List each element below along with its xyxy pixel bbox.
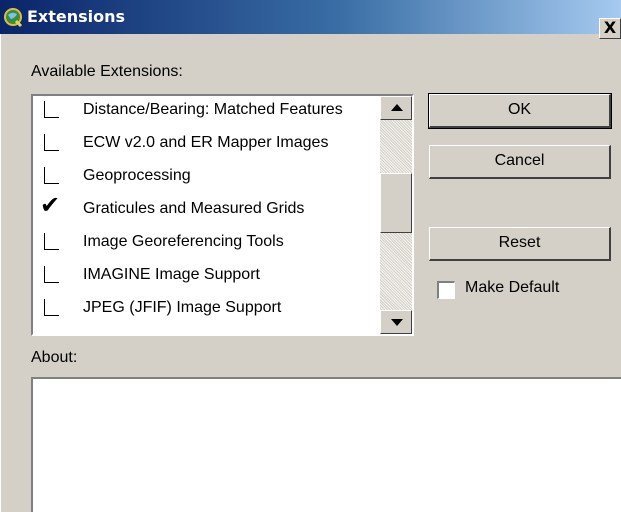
- extension-label: IMAGINE Image Support: [83, 266, 260, 283]
- extension-checkbox[interactable]: [44, 266, 59, 283]
- extension-checkbox[interactable]: [44, 299, 59, 316]
- list-item[interactable]: JPEG (JFIF) Image Support: [33, 294, 378, 327]
- about-label: About:: [31, 349, 78, 366]
- available-extensions-label: Available Extensions:: [31, 63, 183, 80]
- window-frame: [0, 34, 3, 512]
- extension-checkbox[interactable]: [44, 167, 59, 184]
- extension-checkbox[interactable]: [44, 233, 59, 250]
- extension-label: JPEG (JFIF) Image Support: [83, 299, 282, 316]
- extension-checkbox[interactable]: [44, 101, 59, 118]
- extension-label: Graticules and Measured Grids: [83, 200, 305, 217]
- extension-label: Geoprocessing: [83, 167, 191, 184]
- extension-label: Image Georeferencing Tools: [83, 233, 284, 250]
- scroll-up-icon[interactable]: [380, 96, 412, 120]
- list-scrollbar[interactable]: [380, 96, 412, 334]
- list-item[interactable]: IMAGINE Image Support: [33, 261, 378, 294]
- about-text-box[interactable]: [31, 377, 621, 512]
- window-title: Extensions: [27, 7, 126, 26]
- list-item[interactable]: ECW v2.0 and ER Mapper Images: [33, 129, 378, 162]
- scroll-down-icon[interactable]: [380, 310, 412, 334]
- extensions-list[interactable]: Distance/Bearing: Matched Features ECW v…: [31, 94, 414, 336]
- extension-label: Distance/Bearing: Matched Features: [83, 101, 343, 118]
- extension-label: ECW v2.0 and ER Mapper Images: [83, 134, 329, 151]
- list-item[interactable]: Distance/Bearing: Matched Features: [33, 96, 378, 129]
- list-item[interactable]: Geoprocessing: [33, 162, 378, 195]
- extension-checkbox-checked[interactable]: [40, 197, 60, 216]
- ok-button[interactable]: OK: [428, 93, 612, 129]
- title-bar[interactable]: Extensions: [0, 0, 621, 34]
- list-item[interactable]: Image Georeferencing Tools: [33, 228, 378, 261]
- make-default-label: Make Default: [465, 279, 560, 296]
- extension-checkbox[interactable]: [44, 134, 59, 151]
- list-item[interactable]: Graticules and Measured Grids: [33, 195, 378, 228]
- cancel-button[interactable]: Cancel: [429, 145, 611, 179]
- scroll-thumb[interactable]: [380, 173, 412, 233]
- make-default-checkbox[interactable]: [437, 281, 455, 299]
- reset-button[interactable]: Reset: [429, 227, 611, 261]
- close-button[interactable]: X: [599, 18, 621, 39]
- globe-icon: [4, 8, 23, 27]
